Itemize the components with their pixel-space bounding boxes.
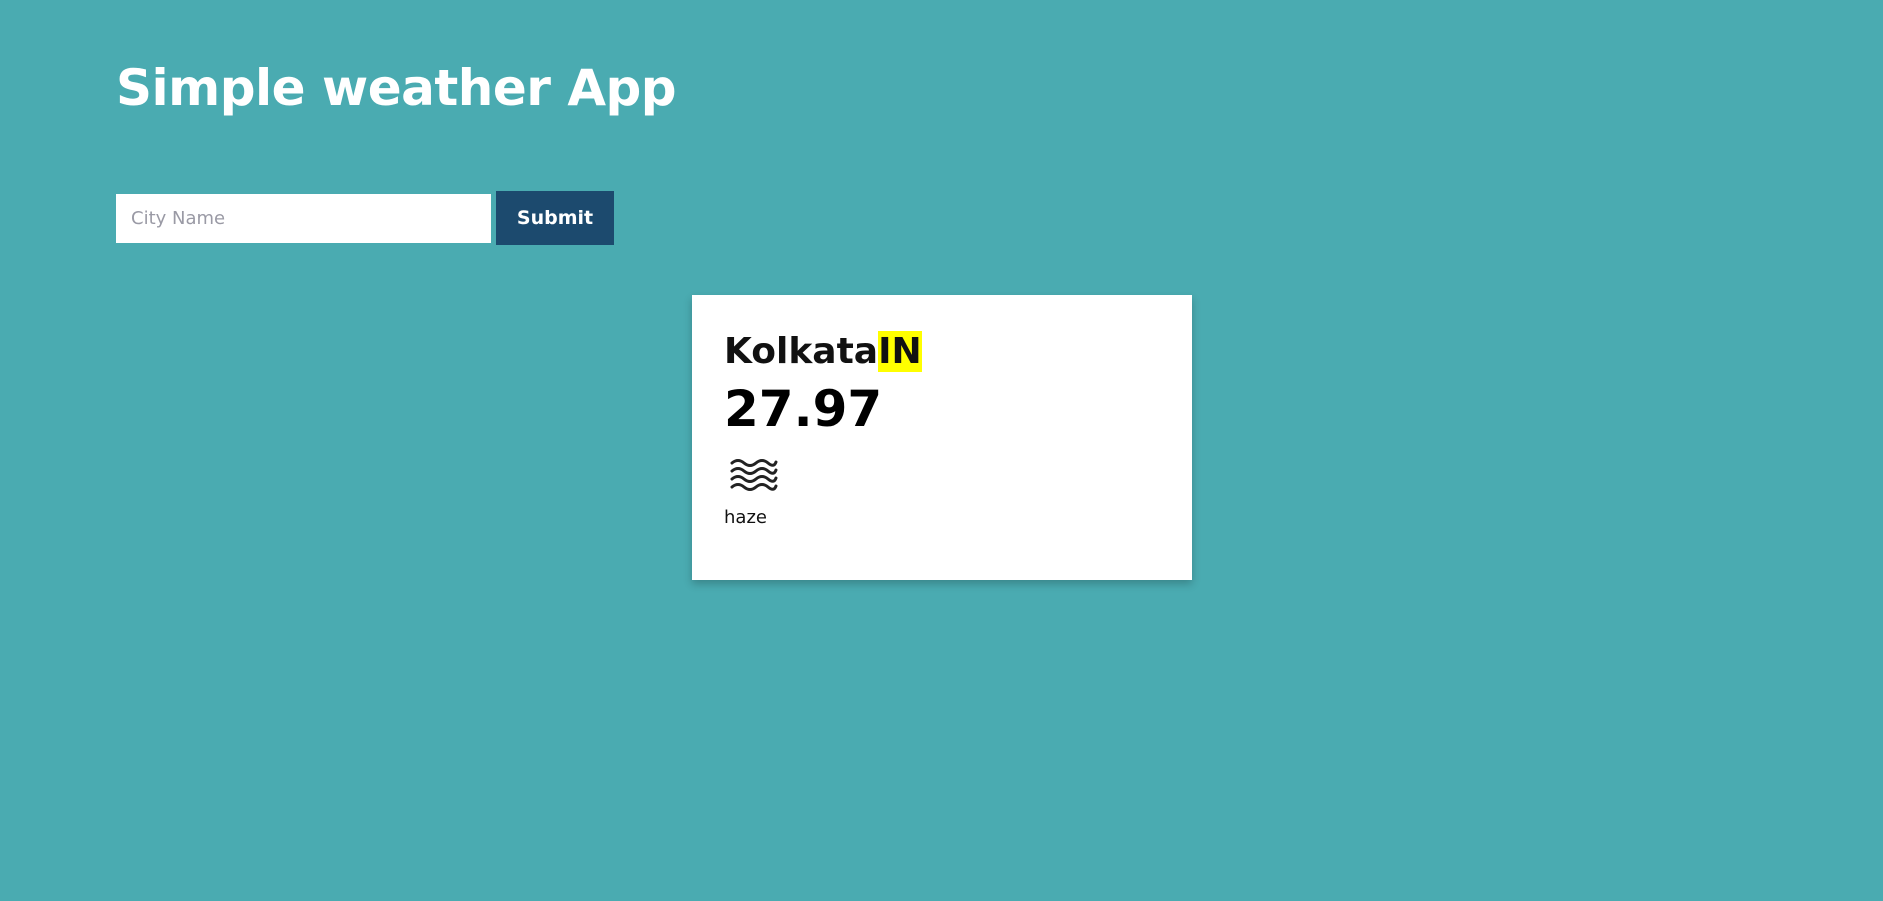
haze-icon xyxy=(730,459,778,491)
submit-button[interactable]: Submit xyxy=(496,191,614,245)
country-code: IN xyxy=(878,331,922,372)
page: Simple weather App Submit KolkataIN 27.9… xyxy=(0,0,1883,901)
search-form: Submit xyxy=(116,191,614,245)
app-title: Simple weather App xyxy=(116,59,677,117)
location-heading: KolkataIN xyxy=(724,329,1160,374)
weather-description: haze xyxy=(724,507,767,528)
weather-card: KolkataIN 27.97 haze xyxy=(692,295,1192,580)
city-name-input[interactable] xyxy=(116,193,491,243)
city-name: Kolkata xyxy=(724,331,879,372)
temperature: 27.97 xyxy=(724,380,883,438)
